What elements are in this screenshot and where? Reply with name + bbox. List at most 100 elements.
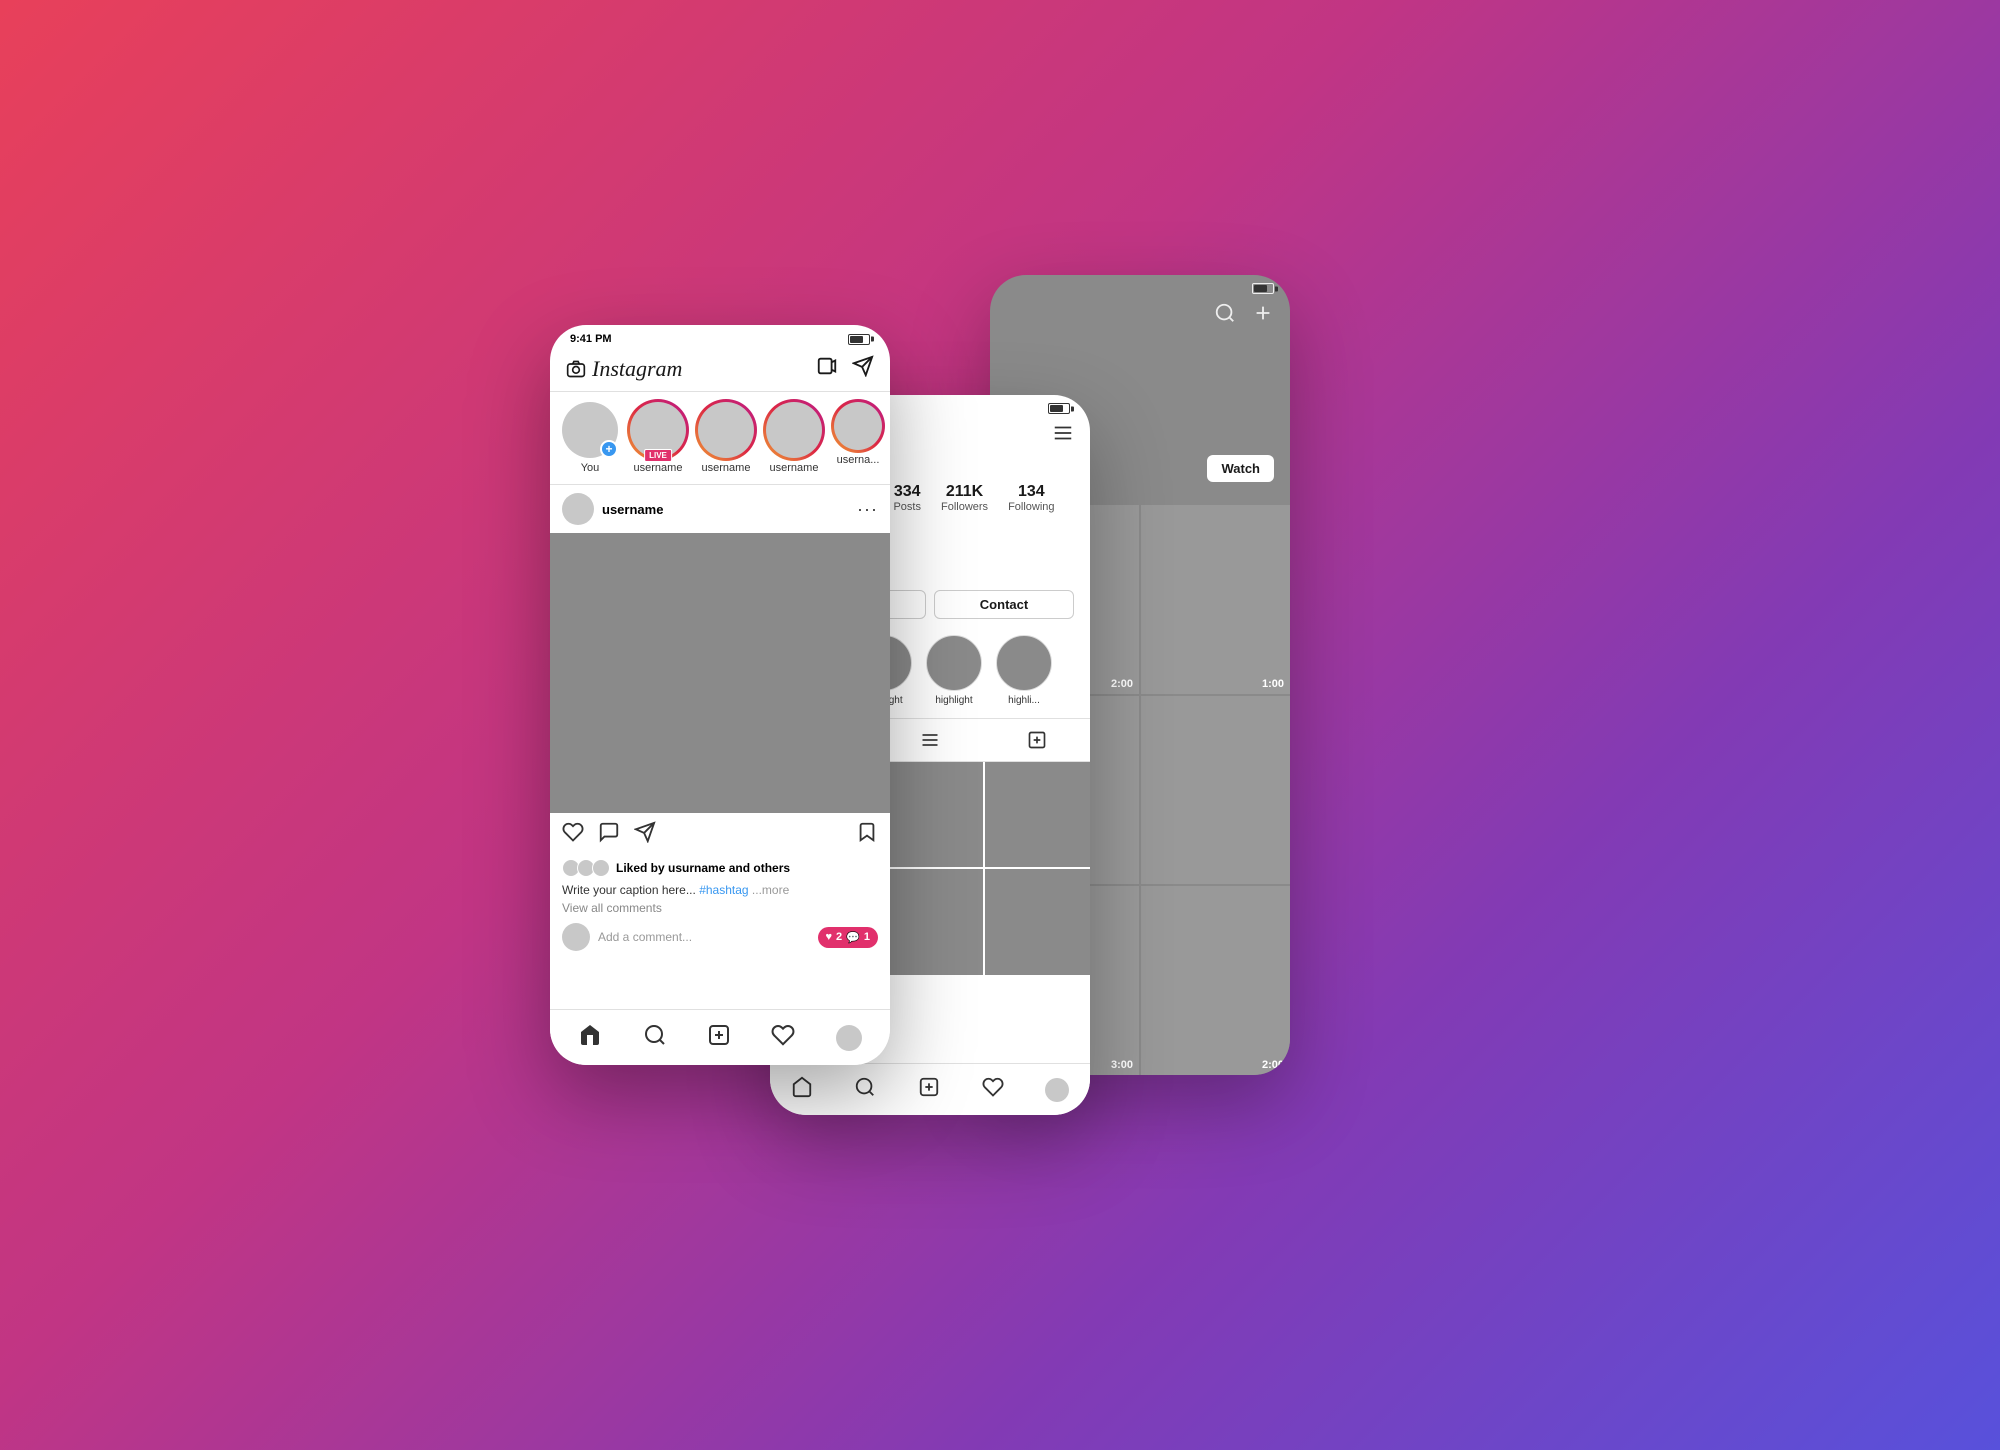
story-4[interactable]: userna...: [834, 402, 882, 474]
story-4-avatar: [834, 402, 882, 450]
story-3-avatar: [766, 402, 822, 458]
like-button[interactable]: [562, 821, 584, 849]
story-2[interactable]: username: [698, 402, 754, 474]
post-header: username ···: [550, 485, 890, 533]
nav-profile-p[interactable]: [1045, 1078, 1069, 1102]
nav-heart-p[interactable]: [982, 1076, 1004, 1103]
caption-hashtag[interactable]: #hashtag: [699, 883, 748, 897]
post-actions: [550, 813, 890, 857]
following-label: Following: [1008, 501, 1054, 513]
story-4-label: userna...: [837, 454, 880, 466]
hamburger-menu[interactable]: [1052, 422, 1074, 450]
profile-stats: 334 Posts 211K Followers 134 Following: [874, 483, 1074, 513]
bookmark-button[interactable]: [856, 821, 878, 849]
share-button[interactable]: [634, 821, 656, 849]
nav-search-p[interactable]: [854, 1076, 876, 1103]
post-liked: Liked by usurname and others: [550, 857, 890, 881]
video-cell-4[interactable]: [1141, 696, 1290, 885]
nav-heart[interactable]: [771, 1023, 795, 1053]
phones-container: 9:41 PM Instagram: [550, 275, 1450, 1175]
instagram-logo: Instagram: [566, 356, 682, 382]
notif-comment-icon: 💬: [846, 931, 860, 944]
story-live-label: username: [634, 462, 683, 474]
caption-more[interactable]: ...more: [752, 883, 789, 897]
video-time-6: 2:00: [1262, 1059, 1284, 1071]
nav-home-p[interactable]: [791, 1076, 813, 1103]
following-count: 134: [1018, 483, 1045, 501]
search-icon[interactable]: [1214, 302, 1236, 329]
notif-heart-icon: ♥: [826, 931, 833, 943]
add-comment-input[interactable]: Add a comment...: [598, 930, 810, 944]
grid-cell-3[interactable]: [985, 762, 1090, 867]
view-comments[interactable]: View all comments: [550, 901, 890, 919]
story-3[interactable]: username: [766, 402, 822, 474]
stories-row: + You username username username: [550, 392, 890, 485]
story-2-label: username: [702, 462, 751, 474]
post-image: [550, 533, 890, 813]
notif-likes-count: 2: [836, 931, 842, 943]
status-time: 9:41 PM: [570, 333, 612, 345]
phone-feed: 9:41 PM Instagram: [550, 325, 890, 1065]
comment-avatar: [562, 923, 590, 951]
story-2-avatar: [698, 402, 754, 458]
post-more-button[interactable]: ···: [857, 499, 878, 520]
nav-profile[interactable]: [836, 1025, 862, 1051]
liked-text: Liked by usurname and others: [616, 861, 790, 875]
you-avatar: +: [562, 402, 618, 458]
tab-list[interactable]: [877, 719, 984, 761]
battery-icon: [848, 334, 870, 345]
watch-button[interactable]: Watch: [1207, 455, 1274, 482]
add-story-plus: +: [600, 440, 618, 458]
grid-cell-6[interactable]: [985, 869, 1090, 974]
video-time-2: 1:00: [1262, 678, 1284, 690]
nav-home[interactable]: [578, 1023, 602, 1053]
story-you[interactable]: + You: [562, 402, 618, 474]
view-comments-text: View all comments: [562, 901, 662, 915]
bottom-nav-feed: [550, 1009, 890, 1065]
status-bar-feed: 9:41 PM: [550, 325, 890, 349]
video-cell-6[interactable]: 2:00: [1141, 886, 1290, 1075]
followers-label: Followers: [941, 501, 988, 513]
highlight-label-4: highli...: [1008, 695, 1040, 706]
notif-comments-count: 1: [864, 931, 870, 943]
battery-icon-3: [1252, 283, 1274, 294]
posts-count: 334: [894, 483, 921, 501]
story-live[interactable]: username: [630, 402, 686, 474]
header-icons: [816, 355, 874, 383]
comment-button[interactable]: [598, 821, 620, 849]
stat-posts: 334 Posts: [893, 483, 921, 513]
grid-cell-2[interactable]: [877, 762, 982, 867]
video-time-1: 2:00: [1111, 678, 1133, 690]
post-user: username: [562, 493, 663, 525]
nav-search[interactable]: [643, 1023, 667, 1053]
post-avatar: [562, 493, 594, 525]
video-cell-2[interactable]: 1:00: [1141, 505, 1290, 694]
status-bar-video: [990, 275, 1290, 298]
camera-icon: [566, 359, 586, 379]
highlight-label-3: highlight: [935, 695, 972, 706]
post-username: username: [602, 502, 663, 517]
nav-add-p[interactable]: [918, 1076, 940, 1103]
highlight-3[interactable]: highlight: [926, 635, 982, 706]
highlight-circle-4: [996, 635, 1052, 691]
notification-bubble: ♥ 2 💬 1: [818, 927, 878, 948]
instagram-header: Instagram: [550, 349, 890, 392]
live-avatar: [630, 402, 686, 458]
nav-add[interactable]: [707, 1023, 731, 1053]
stat-following: 134 Following: [1008, 483, 1054, 513]
video-time-5: 3:00: [1111, 1059, 1133, 1071]
highlight-4[interactable]: highli...: [996, 635, 1052, 706]
bottom-nav-profile: [770, 1063, 1090, 1115]
tab-tagged[interactable]: [983, 719, 1090, 761]
contact-button[interactable]: Contact: [934, 590, 1074, 619]
direct-icon[interactable]: [852, 355, 874, 383]
add-icon[interactable]: [1252, 302, 1274, 329]
post-caption: Write your caption here... #hashtag ...m…: [550, 881, 890, 901]
story-3-label: username: [770, 462, 819, 474]
highlight-circle-3: [926, 635, 982, 691]
post-actions-left: [562, 821, 656, 849]
video-header: [990, 298, 1290, 337]
caption-text: Write your caption here...: [562, 883, 696, 897]
igtv-icon[interactable]: [816, 355, 838, 383]
grid-cell-5[interactable]: [877, 869, 982, 974]
